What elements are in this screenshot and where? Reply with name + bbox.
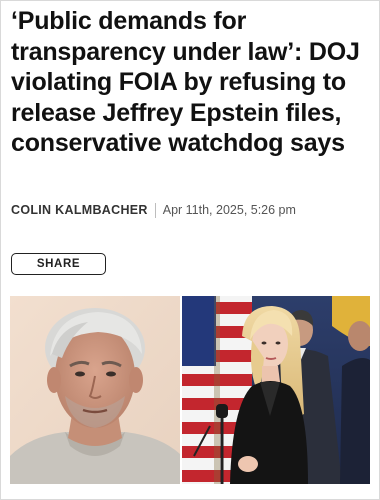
press-conference-illustration — [182, 296, 370, 484]
mugshot-photo — [10, 296, 180, 484]
publish-datetime: Apr 11th, 2025, 5:26 pm — [162, 203, 296, 217]
article-images — [10, 296, 370, 484]
byline-divider — [154, 202, 156, 218]
share-button[interactable]: SHARE — [11, 253, 106, 275]
author-name[interactable]: COLIN KALMBACHER — [11, 203, 148, 217]
article-headline: ‘Public demands for transparency under l… — [11, 7, 360, 157]
press-conference-photo — [182, 296, 370, 484]
byline: COLIN KALMBACHER Apr 11th, 2025, 5:26 pm — [11, 202, 371, 218]
mugshot-illustration — [10, 296, 180, 484]
